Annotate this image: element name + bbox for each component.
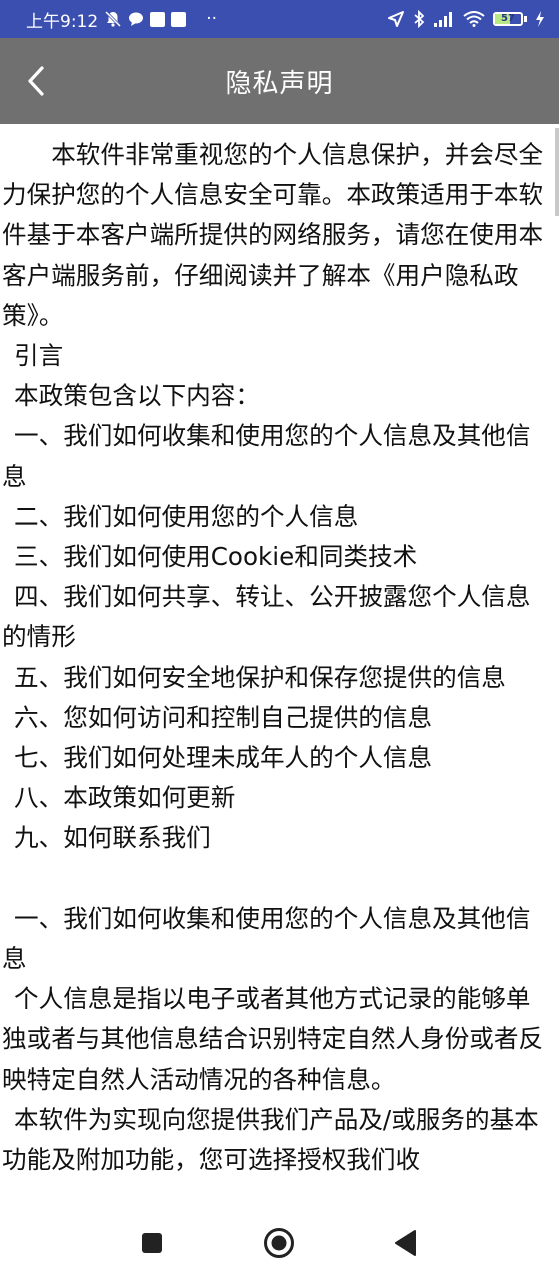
battery-icon: 57 bbox=[493, 12, 527, 26]
scrollbar[interactable] bbox=[555, 128, 559, 216]
home-button[interactable] bbox=[262, 1226, 296, 1260]
body-paragraph: 个人信息是指以电子或者其他方式记录的能够单独或者与其他信息结合识别特定自然人身份… bbox=[2, 984, 544, 1094]
system-nav-bar bbox=[0, 1210, 559, 1280]
status-dots: ·· bbox=[206, 9, 217, 29]
toc-item: 八、本政策如何更新 bbox=[14, 783, 236, 813]
privacy-text: 本软件非常重视您的个人信息保护，并会尽全力保护您的个人信息安全可靠。本政策适用于… bbox=[0, 124, 559, 1180]
privacy-content[interactable]: 本软件非常重视您的个人信息保护，并会尽全力保护您的个人信息安全可靠。本政策适用于… bbox=[0, 124, 559, 1210]
location-arrow-icon bbox=[387, 10, 405, 28]
chat-icon bbox=[128, 11, 144, 27]
back-button[interactable] bbox=[18, 62, 54, 100]
toc-item: 七、我们如何处理未成年人的个人信息 bbox=[14, 743, 433, 773]
status-bar-left: 上午9:12 ·· bbox=[26, 7, 217, 32]
app-bar: 隐私声明 bbox=[0, 38, 559, 124]
section-heading: 一、我们如何收集和使用您的个人信息及其他信息 bbox=[2, 903, 531, 974]
back-nav-button[interactable] bbox=[392, 1228, 418, 1258]
toc-item: 三、我们如何使用Cookie和同类技术 bbox=[14, 542, 418, 572]
recents-square-icon bbox=[142, 1233, 162, 1253]
page-title: 隐私声明 bbox=[225, 68, 334, 99]
battery-level: 57 bbox=[501, 13, 515, 24]
wifi-icon bbox=[463, 11, 485, 27]
notification-square-icon bbox=[171, 11, 187, 27]
recents-button[interactable] bbox=[139, 1230, 165, 1256]
intro-paragraph: 本软件非常重视您的个人信息保护，并会尽全力保护您的个人信息安全可靠。本政策适用于… bbox=[2, 140, 544, 330]
chevron-left-icon bbox=[28, 66, 44, 96]
status-bar: 上午9:12 ·· 57 bbox=[0, 0, 559, 38]
mute-icon bbox=[104, 10, 122, 28]
home-circle-icon bbox=[264, 1228, 294, 1258]
toc-heading: 本政策包含以下内容： bbox=[14, 381, 260, 411]
toc-item: 五、我们如何安全地保护和保存您提供的信息 bbox=[14, 662, 506, 692]
back-triangle-icon bbox=[395, 1230, 416, 1256]
toc-item: 一、我们如何收集和使用您的个人信息及其他信息 bbox=[2, 421, 531, 491]
status-time: 上午9:12 bbox=[26, 11, 99, 32]
notification-square-icon bbox=[150, 11, 166, 27]
toc-item: 四、我们如何共享、转让、公开披露您个人信息的情形 bbox=[2, 582, 531, 652]
charging-icon bbox=[535, 11, 545, 27]
status-bar-right: 57 bbox=[387, 10, 545, 28]
bluetooth-icon bbox=[413, 10, 425, 28]
toc-item: 九、如何联系我们 bbox=[14, 823, 211, 853]
body-paragraph: 本软件为实现向您提供我们产品及/或服务的基本功能及附加功能，您可选择授权我们收 bbox=[2, 1104, 539, 1175]
section-heading: 引言 bbox=[14, 341, 64, 371]
signal-icon bbox=[433, 11, 455, 27]
toc-item: 二、我们如何使用您的个人信息 bbox=[14, 501, 359, 531]
toc-item: 六、您如何访问和控制自己提供的信息 bbox=[14, 702, 433, 732]
